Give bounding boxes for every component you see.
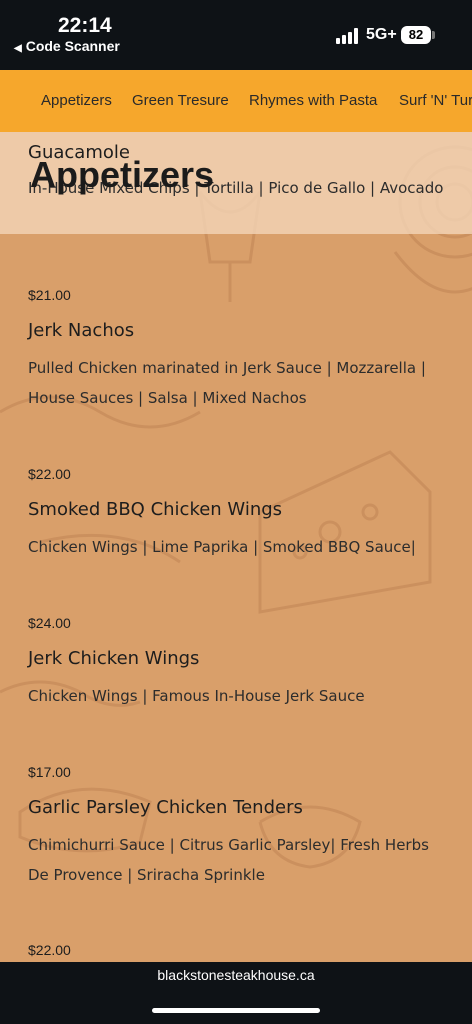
menu-content[interactable]: Guacamole In-House Mixed Chips | Tortill… bbox=[0, 132, 472, 962]
dish-price: $22.00 bbox=[28, 466, 71, 482]
dish-name: Smoked BBQ Chicken Wings bbox=[28, 499, 283, 520]
dish-description: Chicken Wings | Lime Paprika | Smoked BB… bbox=[28, 538, 416, 556]
dish-description: Chimichurri Sauce | Citrus Garlic Parsle… bbox=[28, 836, 429, 884]
network-type: 5G+ bbox=[366, 26, 397, 43]
status-bar: 22:14 ◀ Code Scanner 5G+ 82 bbox=[0, 0, 472, 70]
home-indicator[interactable] bbox=[152, 1008, 320, 1013]
nav-item-surf-turf[interactable]: Surf 'N' Turf bbox=[399, 92, 472, 109]
browser-bottom-bar: blackstonesteakhouse.ca bbox=[0, 962, 472, 1024]
dish-name: Garlic Parsley Chicken Tenders bbox=[28, 797, 303, 818]
dish-price: $17.00 bbox=[28, 764, 71, 780]
dish-price: $21.00 bbox=[28, 287, 71, 303]
clock: 22:14 bbox=[58, 14, 112, 37]
signal-icon bbox=[336, 28, 360, 44]
back-arrow-icon: ◀ bbox=[14, 43, 22, 54]
back-to-app-button[interactable]: ◀ Code Scanner bbox=[14, 38, 120, 54]
nav-item-green-tresure[interactable]: Green Tresure bbox=[132, 92, 229, 109]
battery-tip bbox=[432, 31, 435, 39]
nav-item-pasta[interactable]: Rhymes with Pasta bbox=[249, 92, 377, 109]
dish-description: Pulled Chicken marinated in Jerk Sauce |… bbox=[28, 359, 426, 407]
dish-name: Jerk Nachos bbox=[28, 320, 135, 341]
section-title: Appetizers bbox=[30, 154, 215, 195]
category-nav: Appetizers Green Tresure Rhymes with Pas… bbox=[0, 70, 472, 132]
nav-item-appetizers[interactable]: Appetizers bbox=[41, 92, 112, 109]
dish-price: $22.00 bbox=[28, 942, 71, 958]
battery-icon: 82 bbox=[401, 26, 431, 44]
dish-price: $24.00 bbox=[28, 615, 71, 631]
dish-description: Chicken Wings | Famous In-House Jerk Sau… bbox=[28, 687, 365, 705]
url-bar[interactable]: blackstonesteakhouse.ca bbox=[0, 967, 472, 983]
back-app-label: Code Scanner bbox=[25, 38, 120, 54]
dish-name: Jerk Chicken Wings bbox=[28, 648, 200, 669]
